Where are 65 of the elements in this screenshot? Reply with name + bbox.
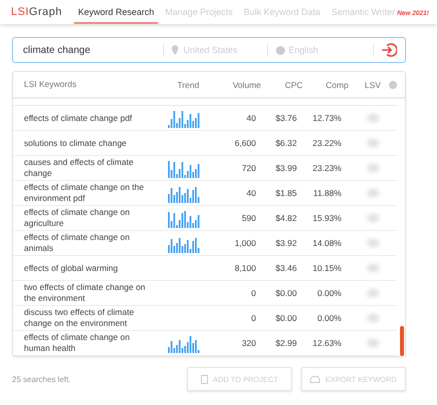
document-icon [200, 374, 208, 384]
keyword-cell-text: two effects of climate change on the environment [23, 282, 146, 304]
cpc-cell-text: $3.46 [274, 263, 297, 273]
keyword-cell-text: solutions to climate change [23, 138, 128, 148]
searches-left-text: 25 searches left. [12, 374, 72, 384]
cpc-cell-text: $0.00 [274, 288, 297, 298]
blurred-value [367, 264, 380, 272]
cpc-cell-text: $4.82 [274, 213, 297, 223]
volume-cell-text: 1,000 [234, 238, 256, 248]
blurred-value [367, 289, 380, 297]
volume-cell-text: 320 [240, 338, 256, 348]
blurred-value [367, 239, 380, 247]
blurred-value [367, 164, 380, 172]
keyword-cell-text: effects of global warming [23, 262, 119, 274]
location-pin-icon [171, 45, 180, 55]
volume-cell-text: 720 [240, 163, 256, 173]
login-arrow-icon [381, 43, 397, 57]
comp-cell-text: 14.08% [312, 238, 342, 248]
search-button[interactable] [381, 43, 397, 57]
comp-cell-text: 12.73% [312, 113, 342, 123]
cpc-cell-text: $3.92 [274, 238, 297, 248]
keyword-cell-text: effects of climate change pdf [23, 112, 134, 124]
comp-cell-text: 12.63% [312, 338, 342, 348]
blurred-value [367, 339, 380, 347]
cpc-cell-text: $3.99 [274, 163, 297, 173]
keyword-cell-text: causes and effects of climate change [23, 157, 134, 179]
comp-cell-text: 15.93% [312, 213, 342, 223]
comp-cell-text: 0.00% [316, 288, 342, 298]
volume-cell-text: 6,600 [234, 138, 256, 148]
keyword-cell-text: effects of climate change on agriculture [23, 207, 131, 229]
column-header: LSI Keywords [23, 79, 78, 90]
keyword-cell-text: effects of climate change on the environment pdf [23, 182, 145, 204]
logo[interactable]: LSIGraph [11, 0, 62, 24]
column-header: Volume [232, 80, 262, 90]
cpc-cell-text: $1.85 [274, 188, 297, 198]
keyword-cell-text: effects of climate change on human health [23, 332, 131, 354]
cpc-cell-text: $3.76 [274, 113, 297, 123]
keyword-cell-text: discuss two effects of climate change on the environment [23, 307, 135, 329]
comp-cell-text: 11.88% [312, 188, 342, 198]
blurred-value [367, 214, 380, 222]
column-header: Comp [324, 80, 348, 90]
volume-cell-text: 40 [246, 113, 256, 123]
volume-cell-text: 590 [240, 213, 256, 223]
blurred-value [367, 189, 380, 197]
volume-cell-text: 8,100 [234, 263, 256, 273]
comp-cell-text: 0.00% [316, 313, 342, 323]
blurred-value [367, 139, 380, 147]
cpc-cell-text: $2.99 [274, 338, 297, 348]
cpc-cell-text: $6.32 [274, 138, 297, 148]
comp-cell-text: 23.23% [312, 163, 342, 173]
scrollbar-thumb[interactable] [400, 326, 404, 356]
volume-cell-text: 40 [246, 188, 256, 198]
blurred-value [367, 114, 380, 122]
keyword-cell-text: effects of climate change on animals [23, 232, 131, 254]
cpc-cell-text: $0.00 [274, 313, 297, 323]
column-header: CPC [284, 80, 303, 90]
blurred-value [367, 314, 380, 322]
volume-cell-text: 0 [250, 313, 256, 323]
nav-tab[interactable]: Keyword Research [74, 0, 158, 24]
column-header: LSV [364, 80, 381, 90]
comp-cell-text: 23.22% [312, 138, 342, 148]
column-header: Trend [176, 80, 200, 90]
tray-icon [310, 376, 320, 382]
comp-cell-text: 10.15% [312, 263, 342, 273]
volume-cell-text: 0 [250, 288, 256, 298]
